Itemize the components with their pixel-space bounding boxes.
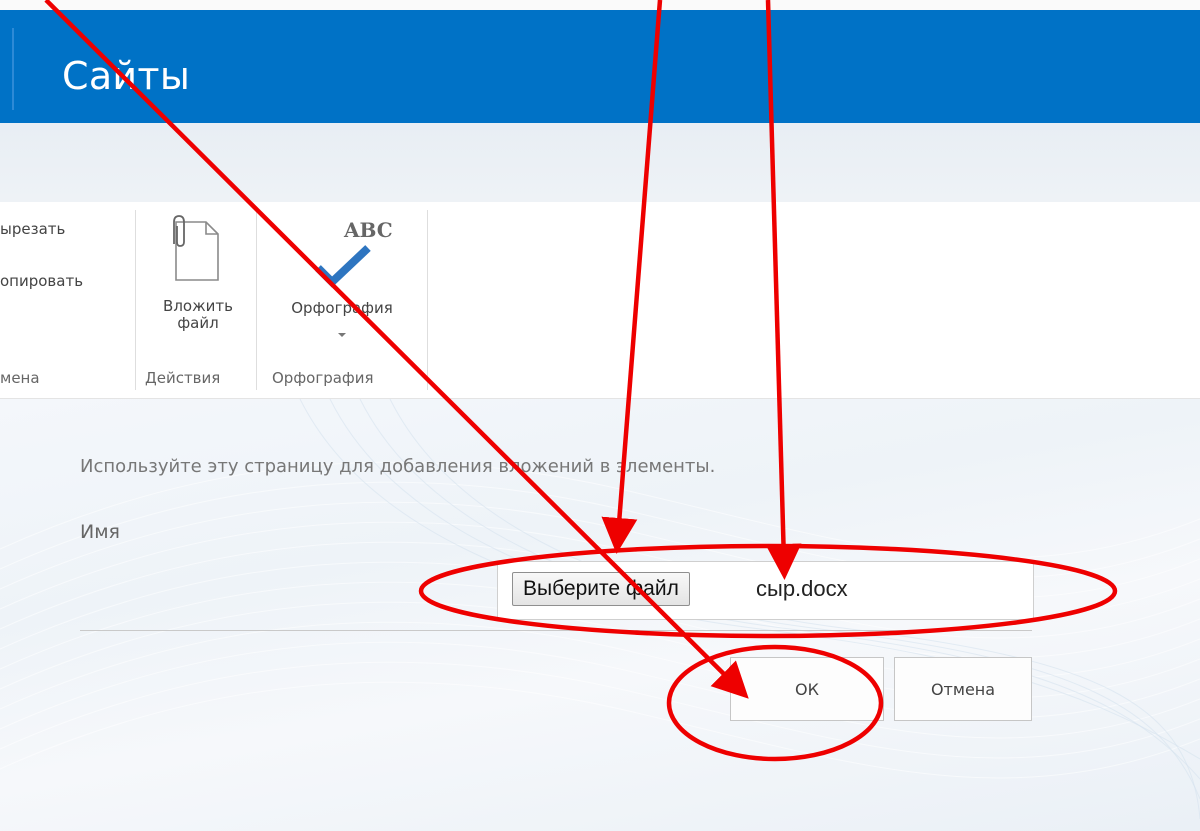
attach-file-button[interactable]: Вложить файл (148, 214, 248, 352)
copy-button[interactable]: опировать (0, 272, 83, 290)
ribbon: ырезать опировать мена Вложить файл Дейс… (0, 202, 1200, 399)
group-separator (135, 210, 136, 390)
selected-file-name: сыр.docx (756, 576, 848, 601)
cut-button[interactable]: ырезать (0, 220, 65, 238)
suite-bar: Сайты (0, 10, 1200, 123)
content-area: Используйте эту страницу для добавления … (0, 399, 1200, 831)
choose-file-button[interactable]: Выберите файл (512, 572, 690, 606)
ok-button[interactable]: ОК (730, 657, 884, 721)
page: Сайты ырезать опировать мена Вложить фай… (0, 0, 1200, 831)
attach-label-line2: файл (177, 314, 219, 332)
name-label: Имя (80, 521, 120, 543)
paperclip-document-icon (173, 215, 219, 281)
spelling-button[interactable]: ABC Орфография (262, 214, 422, 352)
suite-bar-divider (12, 28, 14, 110)
attach-label-line1: Вложить (163, 297, 233, 315)
site-title[interactable]: Сайты (62, 54, 190, 98)
intro-text: Используйте эту страницу для добавления … (80, 456, 716, 477)
spelling-group-label: Орфография (272, 369, 374, 387)
checkmark-icon (315, 245, 371, 288)
dropdown-arrow-icon (338, 333, 346, 337)
abc-icon-text: ABC (344, 218, 393, 242)
ribbon-tab-row (0, 123, 1200, 202)
file-upload-field[interactable]: Выберите файл сыр.docx (497, 561, 1034, 620)
cancel-button[interactable]: Отмена (894, 657, 1032, 721)
group-separator (427, 210, 428, 390)
actions-group-label: Действия (145, 369, 221, 387)
group-separator (256, 210, 257, 390)
spelling-label: Орфография (291, 299, 393, 317)
clipboard-group-label: мена (0, 369, 40, 387)
form-separator (80, 630, 1032, 631)
